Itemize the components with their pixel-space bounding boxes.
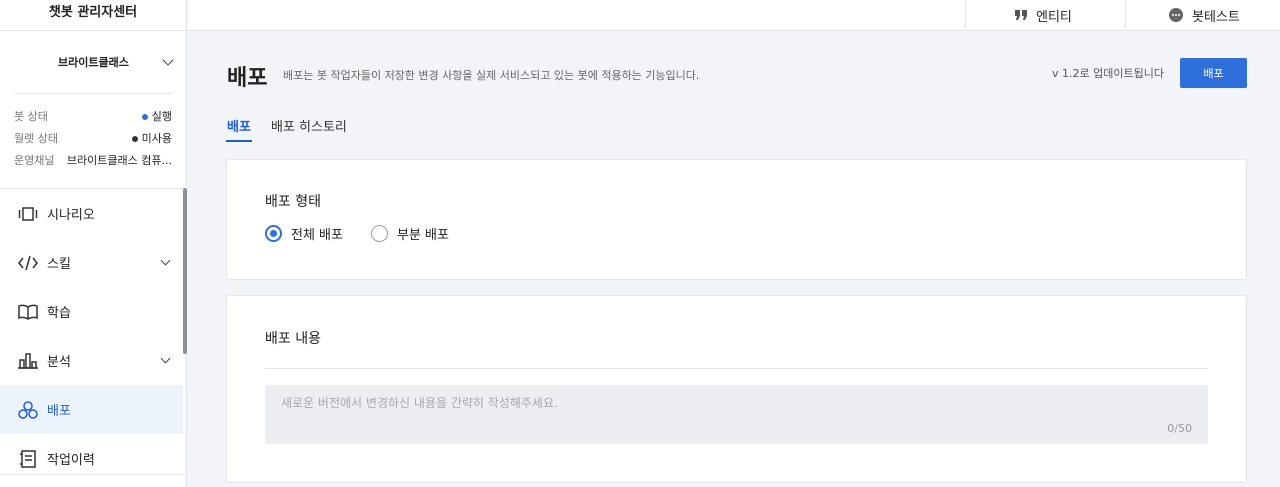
sidebar-item-label: 시나리오 (47, 208, 95, 223)
bot-status-value: 실행 (141, 106, 172, 128)
sidebar-item-analysis[interactable]: 분석 (0, 336, 183, 385)
sidebar-item-label: 배포 (47, 404, 71, 419)
sidebar-item-label: 학습 (47, 306, 71, 321)
deploy-content-textarea[interactable] (265, 385, 1208, 444)
bot-status-text: 실행 (151, 110, 172, 123)
wallet-status-value: 미사용 (131, 128, 172, 150)
sidebar-item-learning[interactable]: 학습 (0, 287, 183, 336)
deploy-content-card: 배포 내용 0/50 (226, 295, 1247, 483)
status-dot-icon (141, 114, 148, 120)
bot-info: 봇 상태 실행 월렛 상태 미사용 운영채널 브라이트클래스 컴퓨... (0, 94, 186, 172)
top-bar: 엔티티 봇테스트 (188, 0, 1280, 31)
char-counter: 0/50 (1167, 422, 1192, 435)
deploy-icon (18, 400, 38, 420)
channel-label: 운영채널 (14, 154, 55, 167)
radio-full-deploy[interactable]: 전체 배포 (265, 224, 343, 243)
sidebar-item-deploy[interactable]: 배포 (0, 385, 183, 434)
radio-partial-deploy[interactable]: 부분 배포 (370, 224, 449, 243)
page-title: 배포 (227, 66, 268, 91)
tab-deploy[interactable]: 배포 (226, 116, 252, 142)
sidebar-item-label: 작업이력 (47, 453, 95, 468)
deploy-content-title: 배포 내용 (265, 331, 321, 347)
scenario-icon (18, 204, 38, 224)
sidebar: 챗봇 관리자센터 브라이트클래스 봇 상태 실행 월렛 상태 미사용 운영채널 … (0, 0, 187, 487)
deploy-button[interactable]: 배포 (1180, 58, 1247, 88)
entity-button[interactable]: 엔티티 (965, 0, 1125, 30)
history-icon (18, 449, 38, 469)
code-icon (18, 253, 38, 273)
entity-label: 엔티티 (1036, 9, 1072, 25)
page-description: 배포는 봇 작업자들이 저장한 변경 사항을 실제 서비스되고 있는 봇에 적용… (283, 69, 700, 82)
status-dot-icon (131, 136, 138, 142)
sidebar-item-history[interactable]: 작업이력 (0, 434, 183, 483)
sidebar-item-skill[interactable]: 스킬 (0, 238, 183, 287)
sidebar-item-label: 스킬 (47, 257, 71, 272)
radio-unchecked-icon[interactable] (370, 225, 388, 242)
app-title: 챗봇 관리자센터 (0, 0, 186, 31)
tab-deploy-history[interactable]: 배포 히스토리 (271, 116, 347, 135)
channel-row: 운영채널 브라이트클래스 컴퓨... (14, 150, 172, 172)
channel-value: 브라이트클래스 컴퓨... (66, 154, 172, 167)
radio-label: 부분 배포 (396, 228, 449, 243)
wallet-status-text: 미사용 (141, 132, 172, 145)
divider (265, 368, 1208, 369)
chevron-down-icon (160, 255, 171, 266)
bot-selector[interactable]: 브라이트클래스 (0, 31, 186, 93)
divider (0, 474, 187, 475)
deploy-content-box: 0/50 (265, 385, 1208, 444)
bot-status-row: 봇 상태 실행 (14, 106, 172, 128)
radio-checked-icon[interactable] (265, 225, 282, 242)
chat-bubble-icon (1168, 7, 1184, 23)
chevron-down-icon (162, 54, 174, 66)
wallet-status-label: 월렛 상태 (14, 132, 58, 145)
chart-icon (18, 351, 38, 371)
wallet-status-row: 월렛 상태 미사용 (14, 128, 172, 150)
sidebar-item-scenario[interactable]: 시나리오 (0, 189, 183, 238)
bot-status-label: 봇 상태 (14, 110, 48, 123)
deploy-type-title: 배포 형태 (265, 194, 321, 210)
quote-icon (1014, 9, 1028, 21)
deploy-type-card: 배포 형태 전체 배포 부분 배포 (226, 159, 1247, 280)
bot-name: 브라이트클래스 (58, 56, 129, 69)
deploy-type-radio-group: 전체 배포 부분 배포 (265, 224, 477, 243)
bot-test-button[interactable]: 봇테스트 (1125, 0, 1280, 30)
radio-label: 전체 배포 (291, 228, 343, 243)
version-text: v 1.2로 업데이트됩니다 (1052, 67, 1164, 80)
sidebar-nav: 시나리오 스킬 학습 분석 배포 작업이력 (0, 188, 183, 483)
bot-test-label: 봇테스트 (1192, 9, 1240, 25)
sidebar-item-label: 분석 (47, 355, 71, 370)
sidebar-scrollbar[interactable] (183, 188, 187, 354)
book-icon (18, 302, 38, 322)
chevron-down-icon (160, 353, 171, 364)
